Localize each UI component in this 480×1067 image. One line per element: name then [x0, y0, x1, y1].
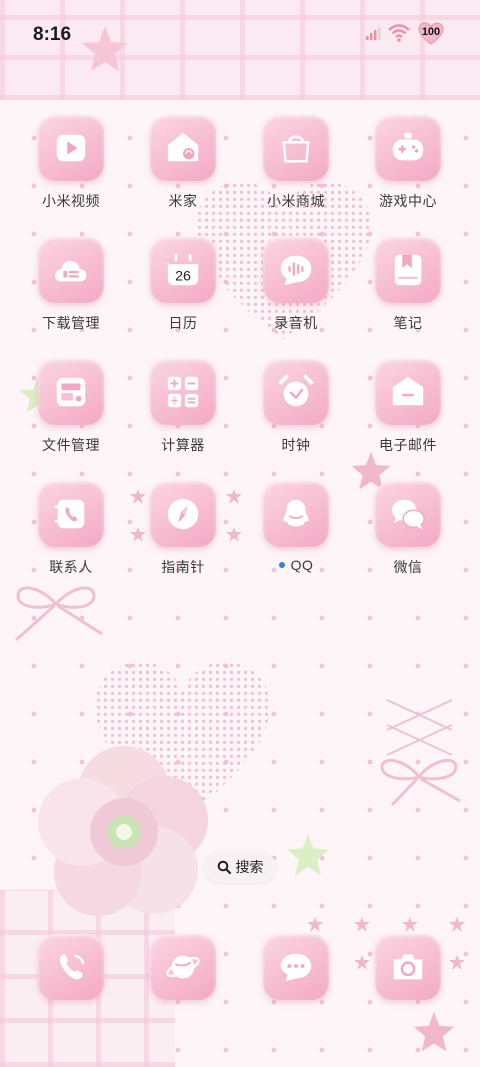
- app-icon-tile: [38, 481, 104, 547]
- wechat-bubble-icon: [391, 499, 425, 530]
- app-icon-tile: [38, 237, 104, 303]
- battery-heart-indicator: 100: [418, 22, 444, 46]
- app-icon-tile: [263, 237, 329, 303]
- alarm-clock-icon: [278, 374, 314, 407]
- app-icon-tile: [150, 934, 216, 1000]
- app-wechat[interactable]: 微信: [352, 481, 464, 591]
- app-label: 文件管理: [42, 437, 100, 453]
- compass-icon: [167, 498, 199, 530]
- dock-browser[interactable]: [127, 934, 239, 1004]
- app-calendar[interactable]: 26 日历: [127, 237, 239, 347]
- app-label: 小米视频: [42, 193, 100, 209]
- app-label: 电子邮件: [379, 437, 437, 453]
- app-icon-tile: [375, 359, 441, 425]
- app-label: 指南针: [161, 559, 205, 575]
- app-icon-tile: [150, 481, 216, 547]
- app-label: 游戏中心: [379, 193, 437, 209]
- app-calculator[interactable]: 计算器: [127, 359, 239, 469]
- smart-home-icon: [167, 132, 199, 162]
- app-label: 计算器: [161, 437, 205, 453]
- shopping-bag-icon: [282, 135, 310, 163]
- flower-decoration-icon: [38, 746, 208, 916]
- app-icon-tile: [150, 115, 216, 181]
- app-icon-tile: [375, 934, 441, 1000]
- bow-decoration-icon: [14, 586, 103, 642]
- app-label-qq: QQ: [240, 557, 352, 573]
- app-icon-tile: [375, 115, 441, 181]
- file-manager-icon: [56, 377, 86, 407]
- calculator-icon: [167, 376, 199, 408]
- app-icon-tile: [38, 115, 104, 181]
- wifi-icon: [388, 24, 410, 42]
- lace-bow-decoration-icon: [380, 699, 461, 807]
- browser-planet-icon: [166, 955, 200, 979]
- app-label: 录音机: [274, 315, 318, 331]
- status-bar: 8:16 100: [0, 0, 480, 68]
- app-label: 时钟: [281, 437, 311, 453]
- phone-icon: [60, 954, 85, 980]
- app-notes[interactable]: 笔记: [352, 237, 464, 347]
- dock-messages[interactable]: [240, 934, 352, 1004]
- qq-penguin-icon: [283, 499, 309, 527]
- app-compass[interactable]: 指南针: [127, 481, 239, 591]
- app-icon-tile: [38, 934, 104, 1000]
- signal-icon: [366, 27, 381, 40]
- app-game-center[interactable]: 游戏中心: [352, 115, 464, 225]
- app-label: 笔记: [393, 315, 423, 331]
- status-icons: 100: [366, 22, 446, 46]
- app-mi-store[interactable]: 小米商城: [240, 115, 352, 225]
- notes-bookmark-icon: [394, 254, 422, 286]
- download-cloud-icon: [55, 260, 87, 282]
- app-icon-tile: [375, 481, 441, 547]
- email-icon: [392, 376, 424, 406]
- star-decoration-icon: [413, 1011, 455, 1052]
- app-mi-home[interactable]: 米家: [127, 115, 239, 225]
- new-update-dot: [278, 562, 285, 569]
- app-icon-tile: [38, 359, 104, 425]
- app-label-text: QQ: [290, 557, 314, 573]
- video-play-icon: [56, 134, 86, 162]
- app-file-manager[interactable]: 文件管理: [15, 359, 127, 469]
- search-label: 搜索: [235, 859, 264, 875]
- dock-camera[interactable]: [352, 934, 464, 1004]
- search-icon: [217, 860, 231, 874]
- app-label: 联系人: [49, 559, 93, 575]
- green-star-decoration-icon: [286, 833, 330, 876]
- calendar-day: 26: [175, 268, 191, 284]
- app-label: 下载管理: [42, 315, 100, 331]
- app-label: 微信: [393, 559, 423, 575]
- battery-level: 100: [421, 26, 441, 38]
- messages-icon: [280, 953, 312, 982]
- app-icon-tile: [263, 359, 329, 425]
- app-mi-video[interactable]: 小米视频: [15, 115, 127, 225]
- app-icon-tile: [375, 237, 441, 303]
- status-time: 8:16: [33, 24, 72, 45]
- search-button[interactable]: 搜索: [204, 851, 276, 883]
- dock-phone[interactable]: [15, 934, 127, 1004]
- app-voice-recorder[interactable]: 录音机: [240, 237, 352, 347]
- app-icon-tile: [263, 115, 329, 181]
- app-icon-tile: [263, 934, 329, 1000]
- app-clock[interactable]: 时钟: [240, 359, 352, 469]
- app-icon-tile: [150, 359, 216, 425]
- app-label: 日历: [168, 315, 198, 331]
- app-download-manager[interactable]: 下载管理: [15, 237, 127, 347]
- calendar-icon: 26: [167, 253, 199, 286]
- camera-icon: [393, 954, 423, 980]
- app-label: 米家: [168, 193, 198, 209]
- app-contacts[interactable]: 联系人: [15, 481, 127, 591]
- app-qq[interactable]: QQ: [240, 481, 352, 591]
- app-email[interactable]: 电子邮件: [352, 359, 464, 469]
- contacts-phone-icon: [54, 499, 85, 529]
- voice-recorder-icon: [280, 255, 312, 286]
- app-label: 小米商城: [267, 193, 325, 209]
- app-icon-tile: [263, 481, 329, 547]
- app-icon-tile: 26: [150, 237, 216, 303]
- gamepad-icon: [392, 132, 424, 161]
